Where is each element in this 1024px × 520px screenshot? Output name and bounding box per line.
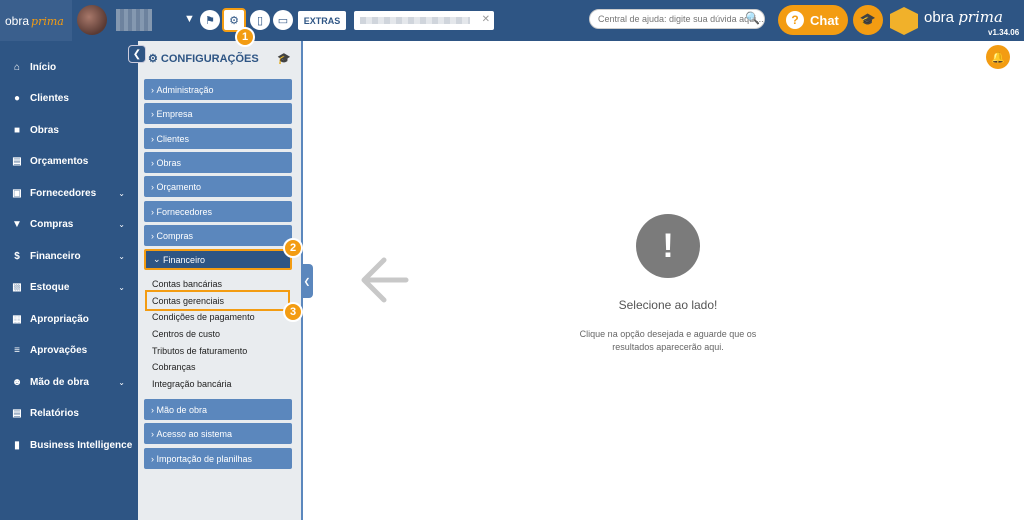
chat-label: Chat [810, 12, 839, 28]
config-panel: ⚙ CONFIGURAÇÕES 🎓 › Administração › Empr… [138, 41, 301, 520]
sidebar-item-aprovacoes[interactable]: ≡ Aprovações [0, 338, 138, 362]
config-sub-condicoes-pagamento[interactable]: Condições de pagamento [152, 312, 255, 322]
chevron-down-icon: ⌄ [118, 282, 125, 292]
company-select[interactable]: ✕ [354, 11, 494, 30]
help-search-input[interactable] [589, 9, 765, 29]
config-category-administracao[interactable]: › Administração [144, 79, 292, 100]
config-title: ⚙ CONFIGURAÇÕES [148, 53, 259, 65]
checklist-icon: ≡ [14, 344, 20, 356]
alert-icon: ! [636, 214, 700, 278]
cart-icon: ▼ [12, 218, 22, 230]
truck-icon: ▣ [12, 187, 22, 199]
file-icon: ▤ [12, 407, 22, 419]
empty-state-title: Selecione ao lado! [618, 298, 718, 312]
gear-icon: ⚙ [148, 53, 161, 65]
graduation-cap-icon[interactable]: 🎓 [853, 5, 883, 35]
home-icon: ⌂ [13, 61, 21, 73]
sidebar-item-relatorios[interactable]: ▤ Relatórios [0, 401, 138, 425]
config-category-importacao-planilhas[interactable]: › Importação de planilhas [144, 448, 292, 469]
chat-button[interactable]: ? Chat [778, 5, 848, 35]
config-category-clientes[interactable]: › Clientes [144, 128, 292, 149]
app-version: v1.34.06 [988, 28, 1020, 37]
config-category-compras[interactable]: › Compras [144, 225, 292, 246]
monitor-icon[interactable]: ▭ [273, 10, 293, 30]
bell-icon[interactable]: 🔔 [986, 45, 1010, 69]
dollar-icon: $ [14, 250, 20, 262]
chevron-down-icon[interactable]: ▼ [184, 13, 195, 25]
brand-logo-icon [890, 7, 918, 35]
sidebar-item-mao-de-obra[interactable]: ☻ Mão de obra ⌄ [0, 370, 138, 394]
step-badge-2: 2 [283, 238, 303, 258]
chevron-down-icon: ⌄ [118, 219, 125, 229]
chevron-down-icon: ⌄ [118, 188, 125, 198]
collapse-config-panel-button[interactable]: ❮ [301, 264, 313, 298]
config-category-mao-de-obra[interactable]: › Mão de obra [144, 399, 292, 420]
document-icon: ▤ [12, 155, 22, 167]
sidebar-item-business-intelligence[interactable]: ▮ Business Intelligence [0, 433, 138, 457]
config-sub-integracao-bancaria[interactable]: Integração bancária [152, 379, 232, 389]
report-icon: ▦ [12, 313, 22, 325]
user-icon: ● [13, 92, 21, 104]
clear-icon[interactable]: ✕ [482, 14, 490, 25]
chevron-down-icon: ⌄ [153, 254, 164, 264]
extras-button[interactable]: EXTRAS [298, 11, 346, 30]
flag-icon[interactable]: ⚑ [200, 10, 220, 30]
user-avatar[interactable] [77, 5, 107, 35]
sidebar-item-estoque[interactable]: ▧ Estoque ⌄ [0, 275, 138, 299]
sidebar-item-fornecedores[interactable]: ▣ Fornecedores ⌄ [0, 181, 138, 205]
sidebar-item-apropriacao[interactable]: ▦ Apropriação [0, 307, 138, 331]
step-badge-1: 1 [235, 27, 255, 47]
config-sub-cobrancas[interactable]: Cobranças [152, 362, 196, 372]
brand-name: obra prima [924, 8, 1003, 26]
sidebar-item-obras[interactable]: ■ Obras [0, 118, 138, 142]
user-name-blurred [116, 9, 152, 31]
config-sub-tributos-faturamento[interactable]: Tributos de faturamento [152, 346, 247, 356]
config-sub-contas-bancarias[interactable]: Contas bancárias [152, 279, 222, 289]
empty-state-description: Clique na opção desejada e aguarde que o… [579, 329, 757, 352]
bar-chart-icon: ▮ [14, 439, 20, 451]
config-category-obras[interactable]: › Obras [144, 152, 292, 173]
step-badge-3: 3 [283, 302, 303, 322]
config-category-orcamento[interactable]: › Orçamento [144, 176, 292, 197]
graduation-cap-icon[interactable]: 🎓 [277, 52, 291, 65]
question-icon: ? [786, 11, 804, 29]
app-logo[interactable]: obra prima [0, 0, 72, 41]
collapse-sidebar-button[interactable]: ❮ [128, 45, 146, 63]
main-sidebar: ⌂ Início ● Clientes ■ Obras ▤ Orçamentos ▣ Fo… [0, 41, 138, 520]
mobile-icon[interactable]: ▯ [250, 10, 270, 30]
top-bar: obraprima ▼ ⚑ ⚙ ▯ ▭ EXTRAS ✕ 🔍 ? Chat 🎓 … [0, 0, 1024, 41]
sidebar-item-clientes[interactable]: ● Clientes [0, 86, 138, 110]
search-icon[interactable]: 🔍 [745, 11, 760, 25]
sidebar-item-financeiro[interactable]: $ Financeiro ⌄ [0, 244, 138, 268]
chevron-down-icon: ⌄ [118, 251, 125, 261]
logo-accent-text: prima [31, 14, 64, 28]
building-icon: ■ [13, 124, 21, 136]
config-category-financeiro[interactable]: ⌄ Financeiro [144, 249, 292, 270]
config-sub-contas-gerenciais[interactable]: Contas gerenciais [152, 296, 224, 306]
company-name-blurred [360, 17, 470, 24]
config-category-empresa[interactable]: › Empresa [144, 103, 292, 124]
logo-main-text: obra [5, 13, 30, 28]
sidebar-item-inicio[interactable]: ⌂ Início [0, 55, 138, 79]
config-sub-centros-de-custo[interactable]: Centros de custo [152, 329, 220, 339]
sidebar-item-compras[interactable]: ▼ Compras ⌄ [0, 212, 138, 236]
config-category-acesso-ao-sistema[interactable]: › Acesso ao sistema [144, 423, 292, 444]
arrow-left-icon [361, 257, 409, 303]
workers-icon: ☻ [11, 376, 23, 388]
archive-icon: ▧ [12, 281, 22, 293]
config-category-fornecedores[interactable]: › Fornecedores [144, 201, 292, 222]
chevron-down-icon: ⌄ [118, 377, 125, 387]
sidebar-item-orcamentos[interactable]: ▤ Orçamentos [0, 149, 138, 173]
